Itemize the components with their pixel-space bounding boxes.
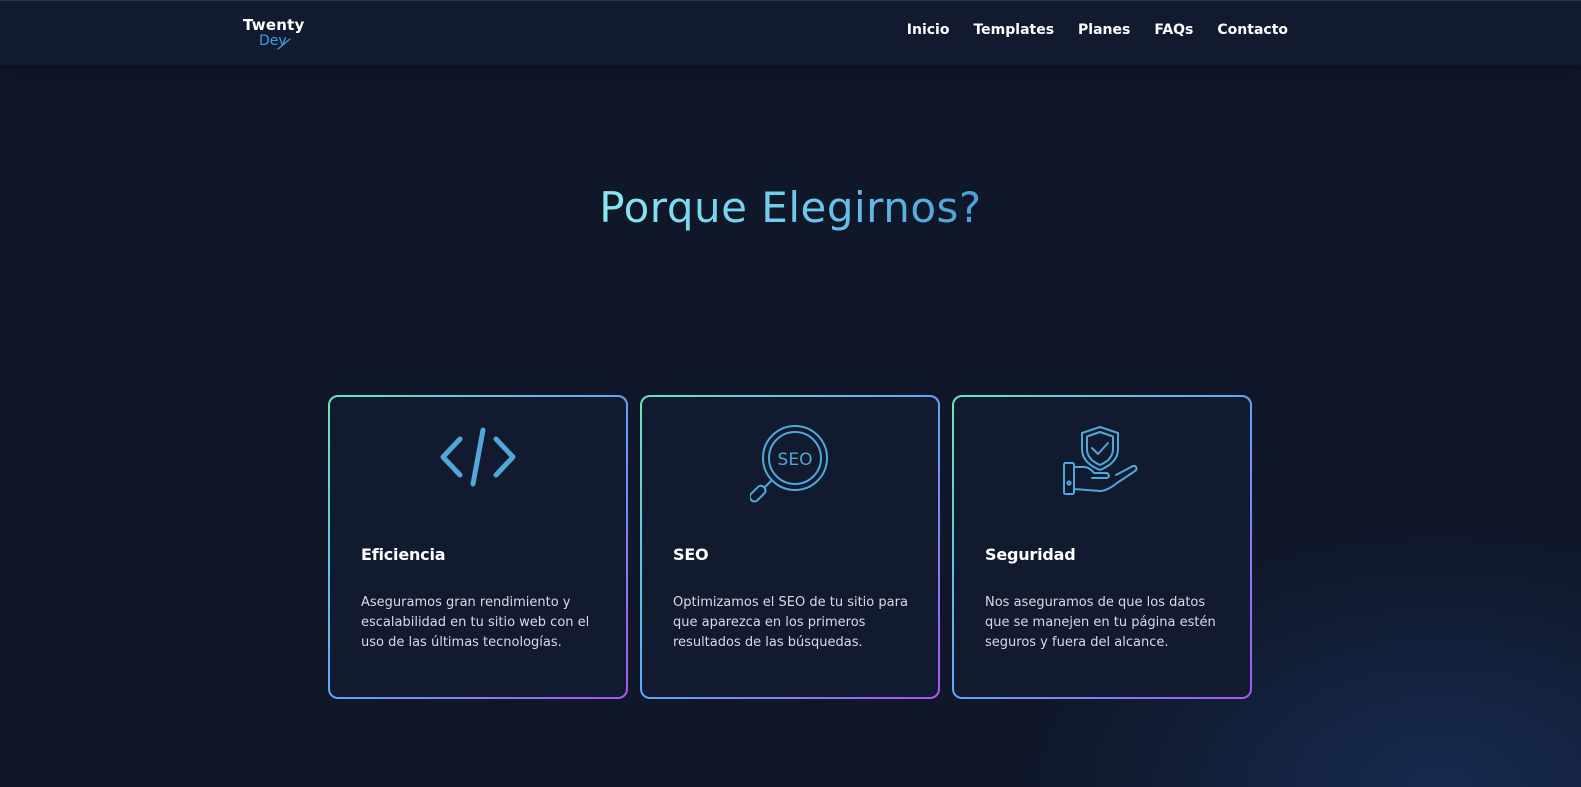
feature-title: Seguridad <box>985 545 1076 564</box>
feature-card-seguridad: Seguridad Nos aseguramos de que los dato… <box>952 395 1252 699</box>
nav-link-planes[interactable]: Planes <box>1078 22 1130 38</box>
feature-card-seo: SEO SEO Optimizamos el SEO de tu sitio p… <box>640 395 940 699</box>
logo-text-top: Twenty <box>243 16 305 34</box>
nav-link-templates[interactable]: Templates <box>973 22 1054 38</box>
features-section: Eficiencia Aseguramos gran rendimiento y… <box>328 395 1252 699</box>
feature-card-eficiencia: Eficiencia Aseguramos gran rendimiento y… <box>328 395 628 699</box>
nav-link-contacto[interactable]: Contacto <box>1217 22 1288 38</box>
feature-description: Aseguramos gran rendimiento y escalabili… <box>361 595 590 650</box>
seo-magnifier-icon: SEO <box>750 425 828 503</box>
section-title-text: Porque Elegirnos? <box>599 183 982 232</box>
feature-title: Eficiencia <box>361 545 446 564</box>
section-title: Porque Elegirnos? <box>0 183 1581 232</box>
logo[interactable]: Twenty Dev <box>243 16 313 56</box>
navbar: Twenty Dev Inicio Templates Planes FAQs … <box>0 0 1581 65</box>
feature-title: SEO <box>673 545 709 564</box>
nav-menu: Inicio Templates Planes FAQs Contacto <box>907 22 1288 38</box>
feature-description: Optimizamos el SEO de tu sitio para que … <box>673 595 908 650</box>
shield-hand-icon <box>1063 426 1138 495</box>
feature-description: Nos aseguramos de que los datos que se m… <box>985 595 1216 650</box>
nav-link-faqs[interactable]: FAQs <box>1154 22 1193 38</box>
seo-icon-text: SEO <box>778 450 813 470</box>
nav-link-inicio[interactable]: Inicio <box>907 22 950 38</box>
code-icon <box>440 427 516 487</box>
logo-stroke-icon <box>277 38 291 50</box>
